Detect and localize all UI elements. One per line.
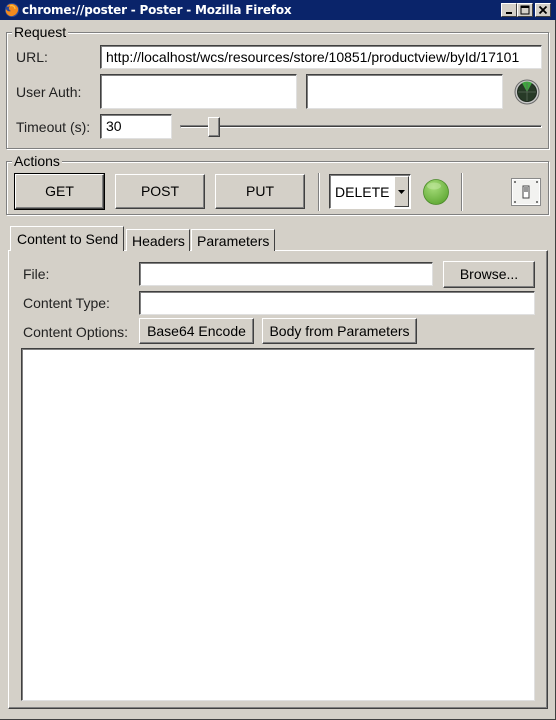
post-button[interactable]: POST — [115, 174, 205, 209]
base64-encode-button[interactable]: Base64 Encode — [139, 318, 254, 344]
chevron-down-icon — [398, 190, 405, 194]
poster-window: chrome://poster - Poster - Mozilla Firef… — [0, 0, 556, 720]
browse-button[interactable]: Browse... — [443, 261, 535, 288]
actions-separator — [318, 173, 320, 211]
content-type-input[interactable] — [139, 291, 535, 315]
actions-group-label: Actions — [12, 153, 62, 169]
window-title: chrome://poster - Poster - Mozilla Firef… — [22, 3, 292, 17]
request-body-textarea[interactable] — [21, 348, 535, 701]
timeout-slider[interactable] — [180, 114, 542, 138]
content-options-label: Content Options: — [23, 324, 129, 340]
method-dropdown-button[interactable] — [394, 176, 409, 207]
user-auth-label: User Auth: — [16, 84, 82, 100]
maximize-icon — [520, 5, 530, 15]
username-input[interactable] — [100, 74, 297, 109]
timeout-input[interactable]: 30 — [100, 114, 172, 139]
file-label: File: — [23, 266, 50, 282]
close-icon — [538, 5, 548, 15]
tab-content-to-send[interactable]: Content to Send — [10, 226, 124, 251]
auth-radar-icon[interactable] — [514, 79, 540, 105]
method-select[interactable]: DELETE — [329, 174, 411, 209]
content-type-label: Content Type: — [23, 295, 110, 311]
file-input[interactable] — [139, 262, 433, 286]
tab-content-to-send-label: Content to Send — [17, 231, 119, 247]
maximize-button[interactable] — [517, 3, 533, 17]
slider-track — [180, 125, 542, 128]
firefox-icon — [4, 2, 20, 18]
password-input[interactable] — [306, 74, 503, 109]
actions-separator-2 — [461, 173, 463, 211]
tab-parameters[interactable]: Parameters — [191, 229, 275, 251]
body-from-parameters-button[interactable]: Body from Parameters — [262, 318, 417, 344]
method-select-value: DELETE — [335, 184, 390, 200]
minimize-icon — [506, 12, 512, 14]
tab-headers-label: Headers — [132, 233, 185, 249]
light-switch-icon[interactable] — [511, 178, 541, 206]
tab-headers[interactable]: Headers — [126, 229, 190, 251]
timeout-label: Timeout (s): — [16, 119, 91, 135]
close-button[interactable] — [535, 3, 551, 17]
request-group-label: Request — [12, 24, 69, 40]
url-label: URL: — [16, 49, 48, 65]
url-input[interactable]: http://localhost/wcs/resources/store/108… — [100, 45, 542, 69]
tab-parameters-label: Parameters — [197, 233, 270, 249]
put-button[interactable]: PUT — [215, 174, 305, 209]
minimize-button[interactable] — [501, 3, 517, 17]
title-bar[interactable]: chrome://poster - Poster - Mozilla Firef… — [0, 0, 556, 20]
slider-thumb[interactable] — [208, 117, 220, 137]
status-green-light-icon — [422, 178, 450, 206]
get-button[interactable]: GET — [14, 173, 105, 210]
